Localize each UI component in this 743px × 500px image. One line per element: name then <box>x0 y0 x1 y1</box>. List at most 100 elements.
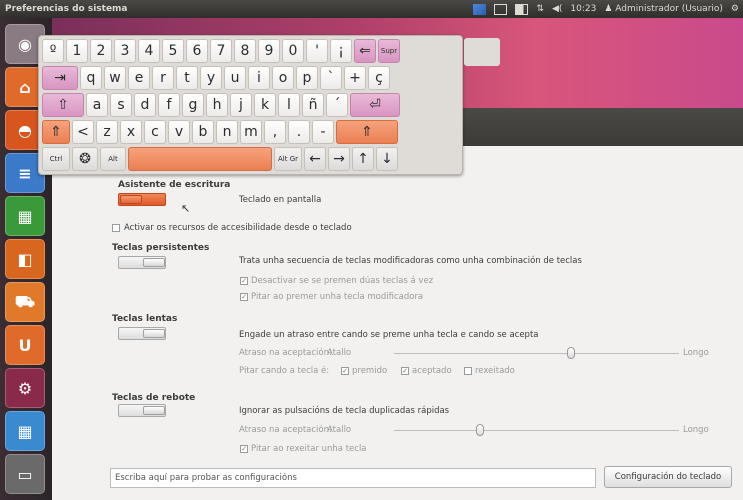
test-settings-input[interactable] <box>110 468 596 488</box>
bounce-delay-long-label: Longo <box>683 425 709 435</box>
key-row2-7[interactable]: u <box>224 66 246 90</box>
key-row5-4[interactable]: Alt Gr <box>274 147 302 171</box>
key-row3-10[interactable]: ñ <box>302 93 324 117</box>
key-row4-1[interactable]: < <box>72 120 94 144</box>
key-row1-8[interactable]: 8 <box>234 39 256 63</box>
key-row3-6[interactable]: h <box>206 93 228 117</box>
activate-access-checkbox[interactable] <box>112 224 120 232</box>
key-row2-13[interactable]: ç <box>368 66 390 90</box>
key-row3-11[interactable]: ´ <box>326 93 348 117</box>
key-row2-2[interactable]: w <box>104 66 126 90</box>
key-row4-6[interactable]: b <box>192 120 214 144</box>
launcher-workspaces-icon[interactable]: ▦ <box>5 411 45 451</box>
key-row1-14[interactable]: Supr <box>378 39 400 63</box>
bounce-delay-slider-thumb[interactable] <box>475 424 484 436</box>
key-row3-8[interactable]: k <box>254 93 276 117</box>
launcher-impress-icon[interactable]: ◧ <box>5 239 45 279</box>
keyboard-settings-button[interactable]: Configuración do teclado <box>604 466 732 488</box>
key-row1-0[interactable]: º <box>42 39 64 63</box>
key-row2-11[interactable]: ` <box>320 66 342 90</box>
key-row4-11[interactable]: - <box>312 120 334 144</box>
slow-delay-slider-thumb[interactable] <box>566 347 575 359</box>
beep-pressed-checkbox[interactable]: ✓ <box>341 367 349 375</box>
typing-assistant-toggle[interactable] <box>118 193 166 206</box>
network-icon[interactable] <box>473 3 487 15</box>
key-row1-6[interactable]: 6 <box>186 39 208 63</box>
key-row5-7[interactable]: ↑ <box>352 147 374 171</box>
key-row5-1[interactable]: ❂ <box>72 147 98 171</box>
messaging-icon[interactable] <box>494 3 508 15</box>
key-row4-2[interactable]: z <box>96 120 118 144</box>
key-row3-5[interactable]: g <box>182 93 204 117</box>
key-row4-10[interactable]: . <box>288 120 310 144</box>
key-row2-9[interactable]: o <box>272 66 294 90</box>
battery-icon[interactable] <box>515 3 529 15</box>
user-menu[interactable]: ♟ Administrador (Usuario) <box>604 4 723 14</box>
key-row1-5[interactable]: 5 <box>162 39 184 63</box>
key-row3-1[interactable]: a <box>86 93 108 117</box>
sticky-keys-toggle[interactable] <box>118 256 166 269</box>
key-row5-8[interactable]: ↓ <box>376 147 398 171</box>
key-row2-5[interactable]: t <box>176 66 198 90</box>
sticky-beep-checkbox[interactable]: ✓ <box>240 293 248 301</box>
key-row1-7[interactable]: 7 <box>210 39 232 63</box>
key-row1-13[interactable]: ⇐ <box>354 39 376 63</box>
key-row5-2[interactable]: Alt <box>100 147 126 171</box>
key-row4-7[interactable]: n <box>216 120 238 144</box>
slow-delay-slider-track[interactable] <box>394 353 679 354</box>
key-row4-9[interactable]: , <box>264 120 286 144</box>
key-row3-12[interactable]: ⏎ <box>350 93 400 117</box>
keyboard-layout-icon[interactable]: ⇅ <box>536 4 544 14</box>
bounce-keys-toggle[interactable] <box>118 404 166 417</box>
bounce-delay-slider-track[interactable] <box>394 430 679 431</box>
key-row2-6[interactable]: y <box>200 66 222 90</box>
session-gear-icon[interactable]: ⚙ <box>731 4 739 14</box>
key-row1-2[interactable]: 2 <box>90 39 112 63</box>
key-row1-10[interactable]: 0 <box>282 39 304 63</box>
key-row3-4[interactable]: f <box>158 93 180 117</box>
beep-accepted-checkbox[interactable]: ✓ <box>401 367 409 375</box>
key-row2-10[interactable]: p <box>296 66 318 90</box>
key-row4-0[interactable]: ⇑ <box>42 120 70 144</box>
launcher-ubuntu-one-icon[interactable]: U <box>5 325 45 365</box>
key-row5-3[interactable] <box>128 147 272 171</box>
key-row1-9[interactable]: 9 <box>258 39 280 63</box>
volume-icon[interactable]: ◀( <box>552 4 562 14</box>
key-row2-4[interactable]: r <box>152 66 174 90</box>
key-row3-3[interactable]: d <box>134 93 156 117</box>
key-row4-4[interactable]: c <box>144 120 166 144</box>
key-row2-8[interactable]: i <box>248 66 270 90</box>
key-row5-6[interactable]: → <box>328 147 350 171</box>
sticky-keys-title: Teclas persistentes <box>112 243 210 253</box>
clock[interactable]: 10:23 <box>570 4 596 14</box>
key-row2-3[interactable]: e <box>128 66 150 90</box>
key-row1-12[interactable]: ¡ <box>330 39 352 63</box>
key-row5-0[interactable]: Ctrl <box>42 147 70 171</box>
key-row4-3[interactable]: x <box>120 120 142 144</box>
keyboard-drag-handle[interactable] <box>464 38 500 66</box>
sticky-disable-checkbox[interactable]: ✓ <box>240 277 248 285</box>
bounce-beep-checkbox[interactable]: ✓ <box>240 445 248 453</box>
beep-rejected-checkbox[interactable] <box>464 367 472 375</box>
key-row4-8[interactable]: m <box>240 120 262 144</box>
key-row1-4[interactable]: 4 <box>138 39 160 63</box>
key-row1-3[interactable]: 3 <box>114 39 136 63</box>
launcher-software-center-icon[interactable]: ⛟ <box>5 282 45 322</box>
key-row1-1[interactable]: 1 <box>66 39 88 63</box>
key-row3-0[interactable]: ⇧ <box>42 93 84 117</box>
key-row2-12[interactable]: + <box>344 66 366 90</box>
key-row3-7[interactable]: j <box>230 93 252 117</box>
key-row2-0[interactable]: ⇥ <box>42 66 78 90</box>
slow-keys-toggle[interactable] <box>118 327 166 340</box>
key-row2-1[interactable]: q <box>80 66 102 90</box>
launcher-keyboard-app-icon[interactable]: ▭ <box>5 454 45 494</box>
key-row3-2[interactable]: s <box>110 93 132 117</box>
launcher-system-settings-icon[interactable]: ⚙ <box>5 368 45 408</box>
key-row3-9[interactable]: l <box>278 93 300 117</box>
key-row1-11[interactable]: ' <box>306 39 328 63</box>
key-row4-5[interactable]: v <box>168 120 190 144</box>
launcher-calc-icon[interactable]: ▦ <box>5 196 45 236</box>
mouse-pointer-icon: ↖ <box>181 202 191 215</box>
key-row5-5[interactable]: ← <box>304 147 326 171</box>
key-row4-12[interactable]: ⇑ <box>336 120 398 144</box>
